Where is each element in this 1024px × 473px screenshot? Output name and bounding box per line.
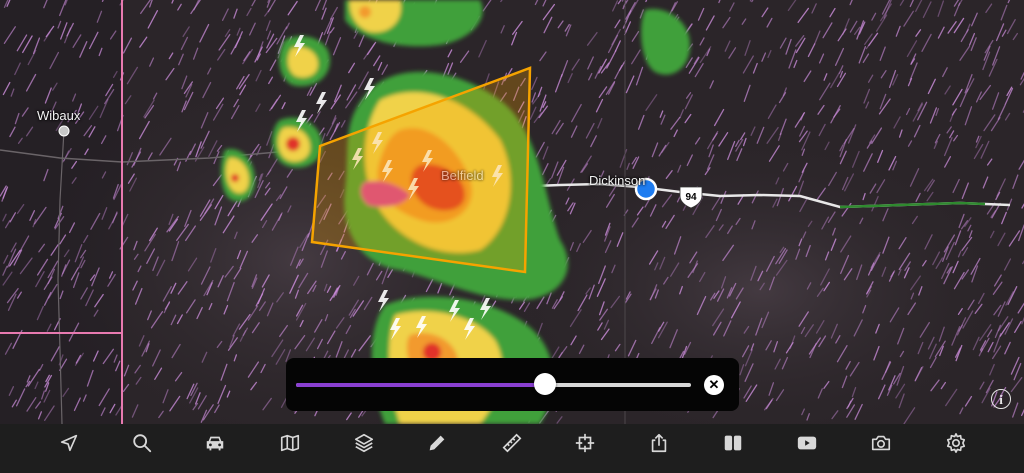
crosshair-icon[interactable] <box>567 428 603 458</box>
wibaux-marker <box>58 125 70 137</box>
car-icon[interactable] <box>197 428 233 458</box>
highway-94-label: 94 <box>685 192 697 203</box>
info-button[interactable]: i <box>991 389 1011 409</box>
gear-icon[interactable] <box>938 428 974 458</box>
split-view-icon[interactable] <box>715 428 751 458</box>
ruler-icon[interactable] <box>494 428 530 458</box>
play-video-icon[interactable] <box>789 428 825 458</box>
pencil-icon[interactable] <box>419 428 455 458</box>
timeline-track-fill <box>296 383 545 387</box>
search-icon[interactable] <box>124 428 160 458</box>
share-icon[interactable] <box>641 428 677 458</box>
map-icon[interactable] <box>272 428 308 458</box>
city-label-wibaux: Wibaux <box>37 108 81 123</box>
location-arrow-icon[interactable] <box>51 428 87 458</box>
timeline-slider-panel: ✕ <box>286 358 739 411</box>
camera-icon[interactable] <box>863 428 899 458</box>
close-timeline-button[interactable]: ✕ <box>704 375 724 395</box>
radar-app: 94 Wibaux Dickinson Belfield ✕ i <box>0 0 1024 473</box>
city-label-belfield: Belfield <box>441 168 484 183</box>
timeline-slider-thumb[interactable] <box>533 373 556 395</box>
timeline-track[interactable] <box>296 383 691 387</box>
layers-icon[interactable] <box>346 428 382 458</box>
city-label-dickinson: Dickinson <box>589 173 646 188</box>
bottom-toolbar <box>0 424 1024 473</box>
